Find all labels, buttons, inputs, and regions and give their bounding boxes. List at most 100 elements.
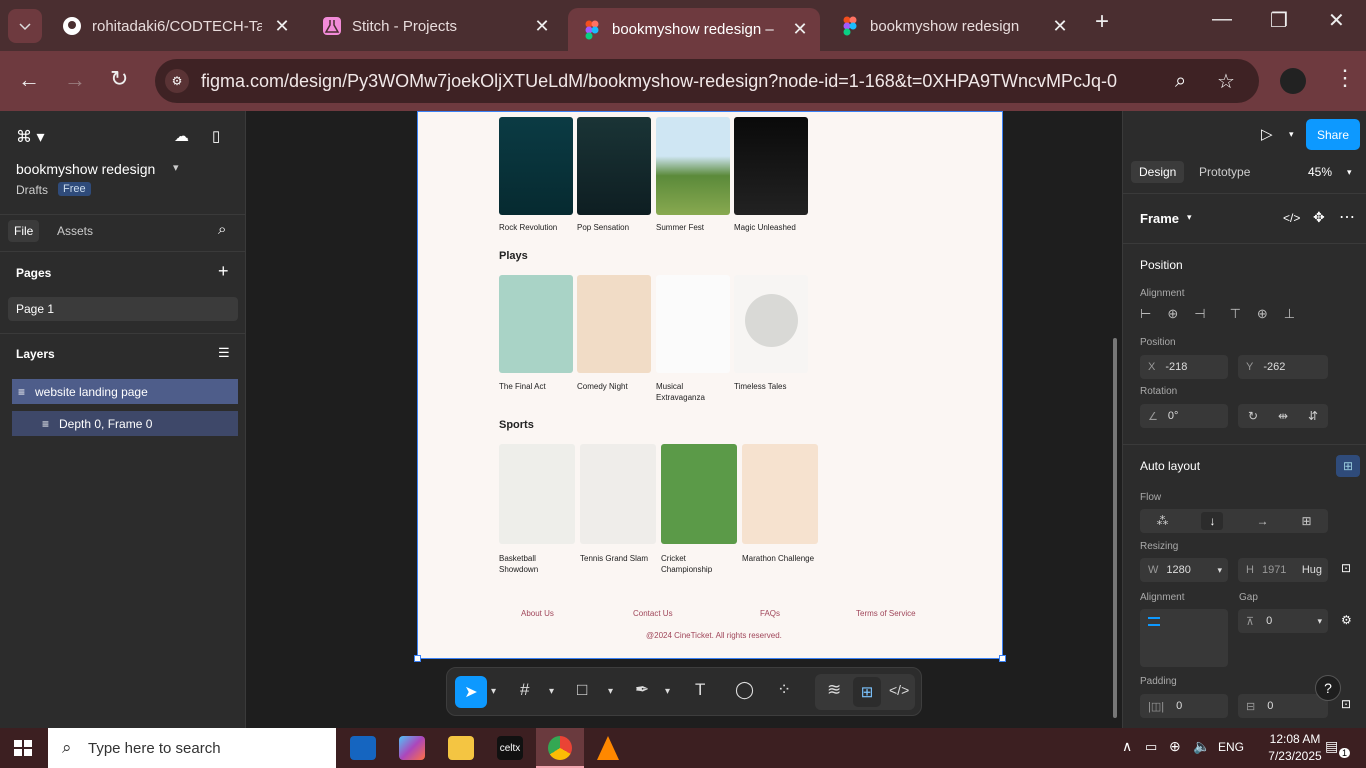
back-button[interactable]: ← [18, 67, 40, 93]
resize-handle[interactable] [414, 655, 421, 662]
rectangle-tool-icon[interactable]: □ [577, 680, 587, 700]
forward-button[interactable]: → [64, 67, 86, 93]
reload-button[interactable]: ↻ [110, 66, 128, 92]
tab-bookmyshow-active[interactable]: bookmyshow redesign – ✕ [568, 8, 820, 51]
tab-stitch[interactable]: Stitch - Projects ✕ [308, 8, 562, 44]
browser-menu-icon[interactable]: ⋮ [1334, 65, 1356, 91]
padding-horizontal-field[interactable]: |◫| 0 [1140, 694, 1228, 718]
constraints-icon[interactable]: ⊡ [1341, 561, 1351, 575]
footer-link[interactable]: FAQs [760, 609, 780, 618]
network-icon[interactable]: ⊕ [1169, 738, 1181, 755]
collapse-layers-icon[interactable]: ☰ [218, 345, 230, 361]
align-right-icon[interactable]: ⊣ [1194, 306, 1205, 328]
x-field[interactable]: X -218 [1140, 355, 1228, 379]
clock-date[interactable]: 7/23/2025 [1266, 749, 1324, 763]
play-icon[interactable]: ▷ [1261, 125, 1273, 143]
chevron-down-icon[interactable]: ▾ [491, 686, 496, 697]
tab-list-button[interactable] [8, 9, 42, 43]
height-field[interactable]: H 1971 Hug [1238, 558, 1328, 582]
zoom-icon[interactable]: ⌕ [1175, 70, 1186, 93]
volume-icon[interactable]: 🔈 [1193, 738, 1210, 755]
comment-tool-icon[interactable]: ◯ [735, 680, 754, 700]
add-page-icon[interactable]: + [218, 261, 229, 282]
chrome-taskbar-active[interactable] [536, 728, 584, 768]
minimize-button[interactable]: — [1212, 8, 1232, 31]
move-tool-icon[interactable]: ➤ [455, 676, 487, 708]
new-tab-button[interactable]: + [1095, 8, 1109, 36]
website-landing-frame[interactable]: Rock Revolution Pop Sensation Summer Fes… [414, 111, 1006, 662]
site-info-icon[interactable]: ⚙ [165, 69, 189, 93]
vlc-icon[interactable] [597, 736, 619, 760]
battery-icon[interactable]: ▭ [1145, 739, 1157, 755]
language-indicator[interactable]: ENG [1218, 740, 1244, 754]
align-center-icon[interactable]: ⊕ [1167, 306, 1178, 328]
close-icon[interactable]: ✕ [1050, 16, 1070, 37]
auto-layout-settings-icon[interactable]: ⊞ [1336, 455, 1360, 477]
profile-avatar[interactable] [1280, 68, 1306, 94]
page-item[interactable]: Page 1 [8, 297, 238, 321]
chevron-down-icon[interactable]: ▾ [549, 686, 554, 697]
text-tool-icon[interactable]: T [695, 680, 705, 700]
y-field[interactable]: Y -262 [1238, 355, 1328, 379]
width-field[interactable]: W 1280 ▾ [1140, 558, 1228, 582]
chevron-down-icon[interactable]: ▾ [665, 686, 670, 697]
window-close-button[interactable]: ✕ [1328, 8, 1345, 33]
padding-individual-icon[interactable]: ⊡ [1341, 697, 1351, 711]
notification-icon[interactable]: ▤ [1325, 738, 1338, 755]
alignment-grid[interactable] [1140, 609, 1228, 667]
advanced-settings-icon[interactable]: ⚙ [1341, 613, 1352, 627]
layer-frame[interactable]: ≡ Depth 0, Frame 0 [12, 411, 238, 436]
rotation-field[interactable]: ∠ 0° [1140, 404, 1228, 428]
footer-link[interactable]: About Us [521, 609, 554, 618]
chevron-down-icon[interactable]: ▾ [1289, 129, 1294, 140]
windows-start-icon[interactable] [14, 740, 32, 756]
canvas-scrollbar[interactable] [1113, 338, 1117, 718]
help-icon[interactable]: ? [1315, 675, 1341, 701]
close-icon[interactable]: ✕ [790, 19, 810, 40]
tab-assets[interactable]: Assets [57, 224, 93, 238]
chevron-down-icon[interactable]: ▾ [1187, 212, 1192, 223]
clock-time[interactable]: 12:08 AM [1268, 732, 1322, 746]
align-top-icon[interactable]: ⊤ [1230, 306, 1241, 328]
resize-handle[interactable] [999, 655, 1006, 662]
bookmark-star-icon[interactable]: ☆ [1217, 69, 1235, 94]
flow-horizontal-icon[interactable]: → [1256, 514, 1268, 528]
close-icon[interactable]: ✕ [272, 16, 292, 37]
padding-vertical-field[interactable]: ⊟ 0 [1238, 694, 1328, 718]
url-field[interactable]: ⚙ figma.com/design/Py3WOMw7joekOljXTUeLd… [155, 59, 1259, 103]
figma-menu-icon[interactable]: ⌘ ▾ [16, 127, 44, 147]
tab-file[interactable]: File [8, 220, 40, 242]
layer-website-landing-page[interactable]: ≡ website landing page [12, 379, 238, 404]
flow-grid-icon[interactable]: ⊞ [1301, 514, 1311, 528]
flip-horizontal-icon[interactable]: ⇹ [1278, 409, 1288, 423]
frame-tool-icon[interactable]: # [520, 680, 529, 700]
component-icon[interactable]: ✥ [1313, 209, 1325, 226]
tab-github[interactable]: rohitadaki6/CODTECH-Ta ✕ [48, 8, 302, 44]
file-explorer-icon[interactable] [448, 736, 474, 760]
zoom-level[interactable]: 45% [1308, 165, 1332, 179]
footer-link[interactable]: Contact Us [633, 609, 673, 618]
flow-free-icon[interactable]: ⁂ [1156, 514, 1168, 528]
more-icon[interactable]: ⋯ [1339, 207, 1355, 227]
share-button[interactable]: Share [1306, 119, 1360, 150]
draw-mode-icon[interactable]: ≋ [827, 680, 841, 700]
pen-tool-icon[interactable]: ✒ [635, 680, 649, 700]
align-middle-icon[interactable]: ⊕ [1257, 306, 1268, 328]
dev-mode-icon[interactable]: </> [889, 682, 909, 698]
chevron-down-icon[interactable]: ▾ [608, 686, 613, 697]
close-icon[interactable]: ✕ [532, 16, 552, 37]
chevron-down-icon[interactable]: ▾ [1347, 167, 1352, 178]
code-icon[interactable]: </> [1283, 211, 1300, 225]
gap-field[interactable]: ⊼ 0 ▾ [1238, 609, 1328, 633]
copilot-icon[interactable] [399, 736, 425, 760]
align-bottom-icon[interactable]: ⊥ [1284, 306, 1295, 328]
cloud-icon[interactable]: ☁ [174, 127, 189, 145]
tab-design[interactable]: Design [1131, 161, 1185, 183]
design-mode-icon[interactable]: ⊞ [853, 677, 881, 707]
file-name[interactable]: bookmyshow redesign [16, 161, 155, 177]
restore-button[interactable]: ❐ [1270, 8, 1288, 33]
search-icon[interactable]: ⌕ [218, 221, 226, 238]
rotate-icon[interactable]: ↻ [1248, 409, 1258, 423]
show-hidden-icons[interactable]: ∧ [1122, 738, 1132, 755]
celtx-icon[interactable]: celtx [497, 736, 523, 760]
